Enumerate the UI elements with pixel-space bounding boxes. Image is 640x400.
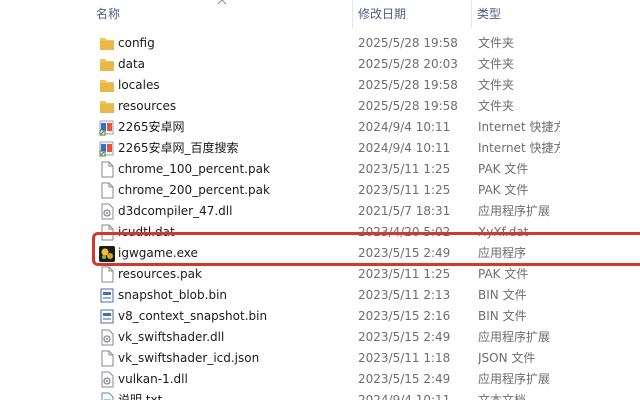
file-type: XyXf.dat (478, 225, 529, 239)
file-type: 文本文档 (478, 393, 527, 400)
file-row[interactable]: resources 2025/5/28 19:58 文件夹 (0, 96, 640, 117)
column-header-modified[interactable]: 修改日期 (352, 0, 470, 28)
file-row[interactable]: resources.pak 2023/5/11 1:25 PAK 文件 (0, 264, 640, 285)
file-type: 文件夹 (478, 36, 515, 50)
file-row[interactable]: icudtl.dat 2023/4/20 5:02 XyXf.dat (0, 222, 640, 243)
dll-icon (99, 371, 115, 388)
file-row[interactable]: chrome_100_percent.pak 2023/5/11 1:25 PAK … (0, 159, 640, 180)
file-name: vulkan-1.dll (118, 372, 188, 386)
column-header-bar: 名称 修改日期 类型 (0, 0, 640, 28)
file-modified-date: 2024/9/4 10:11 (358, 393, 451, 400)
file-modified-date: 2023/5/11 2:13 (358, 288, 451, 302)
file-name: 2265安卓网 (118, 120, 185, 134)
file-type: PAK 文件 (478, 267, 529, 281)
file-modified-date: 2023/5/11 1:18 (358, 351, 451, 365)
file-name: 说明.txt (118, 393, 163, 400)
folder-icon (99, 35, 115, 52)
file-type: 应用程序扩展 (478, 372, 551, 386)
file-icon (99, 182, 115, 199)
file-modified-date: 2023/5/11 1:25 (358, 183, 451, 197)
file-name: resources.pak (118, 267, 202, 281)
file-modified-date: 2021/5/7 18:31 (358, 204, 451, 218)
file-row[interactable]: vk_swiftshader.dll 2023/5/15 2:49 应用程序扩展 (0, 327, 640, 348)
file-modified-date: 2025/5/28 20:03 (358, 57, 458, 71)
file-modified-date: 2023/5/15 2:49 (358, 330, 451, 344)
file-icon (99, 161, 115, 178)
column-header-name[interactable]: 名称 (90, 0, 350, 28)
file-name: vk_swiftshader.dll (118, 330, 225, 344)
file-modified-date: 2023/5/15 2:49 (358, 246, 451, 260)
file-type: 应用程序扩展 (478, 330, 551, 344)
file-type: Internet 快捷方 (478, 141, 560, 155)
file-type: PAK 文件 (478, 162, 529, 176)
file-name: v8_context_snapshot.bin (118, 309, 268, 323)
file-modified-date: 2023/5/11 1:25 (358, 267, 451, 281)
file-type: BIN 文件 (478, 288, 527, 302)
file-name: chrome_200_percent.pak (118, 183, 270, 197)
internet-shortcut-icon (99, 119, 115, 136)
column-header-type[interactable]: 类型 (471, 0, 561, 28)
file-name: 2265安卓网_百度搜索 (118, 141, 239, 155)
file-modified-date: 2023/4/20 5:02 (358, 225, 451, 239)
dll-icon (99, 329, 115, 346)
file-row[interactable]: v8_context_snapshot.bin 2023/5/15 2:16 BIN… (0, 306, 640, 327)
file-modified-date: 2025/5/28 19:58 (358, 36, 458, 50)
file-type: Internet 快捷方 (478, 120, 560, 134)
file-type: JSON 文件 (478, 351, 536, 365)
file-modified-date: 2025/5/28 19:58 (358, 99, 458, 113)
file-name: config (118, 36, 155, 50)
file-row[interactable]: vulkan-1.dll 2023/5/15 2:49 应用程序扩展 (0, 369, 640, 390)
dll-icon (99, 203, 115, 220)
file-row[interactable]: config 2025/5/28 19:58 文件夹 (0, 33, 640, 54)
file-name: d3dcompiler_47.dll (118, 204, 233, 218)
file-icon (99, 350, 115, 367)
file-row[interactable]: 说明.txt 2024/9/4 10:11 文本文档 (0, 390, 640, 400)
file-name: igwgame.exe (118, 246, 198, 260)
file-row[interactable]: vk_swiftshader_icd.json 2023/5/11 1:18 JSO… (0, 348, 640, 369)
file-name: snapshot_blob.bin (118, 288, 228, 302)
file-row[interactable]: 2265安卓网 2024/9/4 10:11 Internet 快捷方 (0, 117, 640, 138)
file-modified-date: 2023/5/15 2:16 (358, 309, 451, 323)
bin-icon (99, 287, 115, 304)
file-modified-date: 2025/5/28 19:58 (358, 78, 458, 92)
file-modified-date: 2023/5/15 2:49 (358, 372, 451, 386)
file-name: vk_swiftshader_icd.json (118, 351, 260, 365)
file-row[interactable]: snapshot_blob.bin 2023/5/11 2:13 BIN 文件 (0, 285, 640, 306)
file-name: chrome_100_percent.pak (118, 162, 270, 176)
file-type: 文件夹 (478, 57, 515, 71)
file-row[interactable]: chrome_200_percent.pak 2023/5/11 1:25 PAK … (0, 180, 640, 201)
file-row[interactable]: d3dcompiler_47.dll 2021/5/7 18:31 应用程序扩展 (0, 201, 640, 222)
file-name: resources (118, 99, 177, 113)
file-modified-date: 2024/9/4 10:11 (358, 141, 451, 155)
file-row[interactable]: igwgame.exe 2023/5/15 2:49 应用程序 (0, 243, 640, 264)
file-type: 应用程序 (478, 246, 527, 260)
internet-shortcut-icon (99, 140, 115, 157)
file-name: data (118, 57, 146, 71)
file-modified-date: 2024/9/4 10:11 (358, 120, 451, 134)
bin-icon (99, 308, 115, 325)
file-icon (99, 224, 115, 241)
text-file-icon (99, 392, 115, 400)
file-type: 文件夹 (478, 99, 515, 113)
file-type: 应用程序扩展 (478, 204, 551, 218)
folder-icon (99, 77, 115, 94)
file-row[interactable]: locales 2025/5/28 19:58 文件夹 (0, 75, 640, 96)
folder-icon (99, 98, 115, 115)
file-icon (99, 266, 115, 283)
game-exe-icon (99, 245, 115, 262)
file-type: BIN 文件 (478, 309, 527, 323)
file-name: icudtl.dat (118, 225, 175, 239)
file-type: 文件夹 (478, 78, 515, 92)
file-modified-date: 2023/5/11 1:25 (358, 162, 451, 176)
file-type: PAK 文件 (478, 183, 529, 197)
file-row[interactable]: 2265安卓网_百度搜索 2024/9/4 10:11 Internet 快捷方 (0, 138, 640, 159)
file-name: locales (118, 78, 160, 92)
file-row[interactable]: data 2025/5/28 20:03 文件夹 (0, 54, 640, 75)
folder-icon (99, 56, 115, 73)
